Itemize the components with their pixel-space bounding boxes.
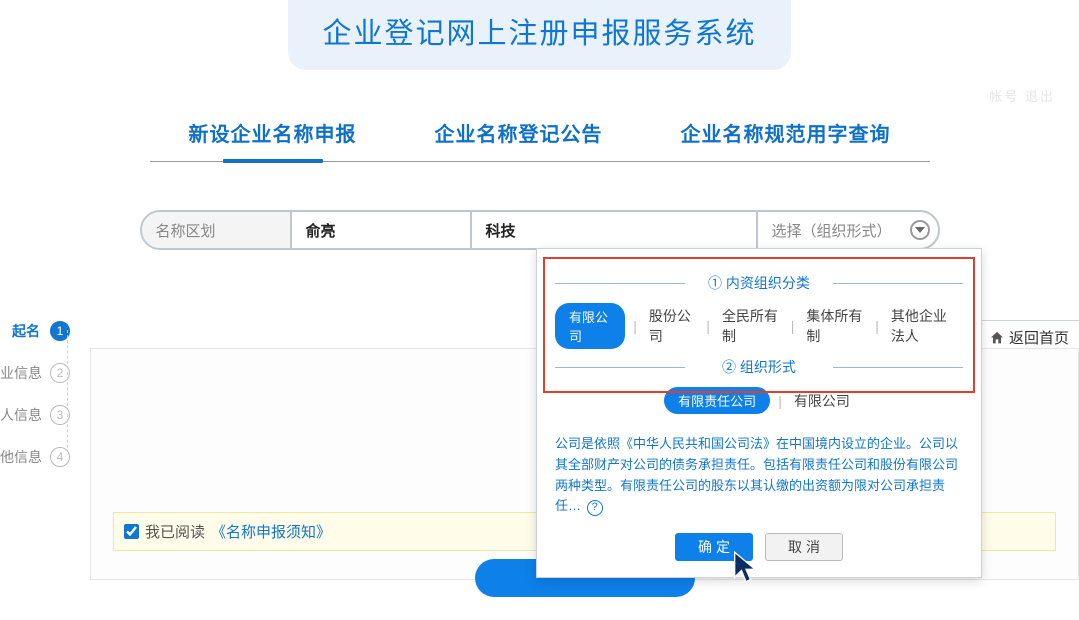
tabs: 新设企业名称申报 企业名称登记公告 企业名称规范用字查询	[150, 108, 930, 162]
agree-text: 我已阅读	[145, 521, 205, 542]
step-4[interactable]: 他信息 4	[0, 436, 86, 478]
company-name-input[interactable]: 俞亮	[292, 212, 472, 248]
separator: |	[791, 318, 795, 334]
org-form-select[interactable]: 选择（组织形式）	[758, 212, 938, 248]
step-label: 他信息	[0, 447, 40, 467]
dd-section1-title: ① 内资组织分类	[555, 273, 963, 293]
separator: |	[633, 318, 637, 334]
org-form-dropdown: ① 内资组织分类 有限公司 | 股份公司 | 全民所有制 | 集体所有制 | 其他企业法人 ② …	[536, 248, 982, 578]
kind-row-option-0[interactable]: 有限公司	[555, 303, 625, 349]
separator: |	[778, 393, 782, 409]
name-input-bar: 名称区划 俞亮 科技 选择（组织形式）	[140, 210, 940, 250]
separator: |	[875, 318, 879, 334]
step-rail: 起名1业信息2人信息3 他信息 4	[0, 310, 86, 478]
step-label: 业信息	[0, 363, 40, 383]
step-1[interactable]: 起名1	[0, 310, 86, 352]
org-form-placeholder: 选择（组织形式）	[772, 220, 892, 241]
dd-form-options: 有限责任公司 | 有限公司	[555, 387, 963, 414]
step-bullet: 4	[50, 447, 70, 467]
chevron-down-icon	[910, 220, 930, 240]
account-links[interactable]: 帐号 退出	[989, 86, 1055, 105]
agree-checkbox[interactable]	[124, 524, 139, 539]
notice-link[interactable]: 《名称申报须知》	[211, 521, 331, 542]
dd-section2-title: ② 组织形式	[555, 357, 963, 377]
home-icon	[989, 330, 1005, 346]
kind-row-option-2[interactable]: 全民所有制	[718, 303, 783, 349]
tab-2[interactable]: 企业名称规范用字查询	[675, 108, 897, 161]
form-row-option-0[interactable]: 有限责任公司	[664, 387, 770, 414]
help-icon[interactable]: ?	[587, 500, 603, 516]
industry-input[interactable]: 科技	[472, 212, 758, 248]
kind-row-option-1[interactable]: 股份公司	[645, 303, 698, 349]
tab-1[interactable]: 企业名称登记公告	[429, 108, 609, 161]
step-3[interactable]: 人信息3	[0, 394, 86, 436]
step-label: 人信息	[0, 405, 40, 425]
dd-ok-button[interactable]: 确定	[675, 533, 753, 561]
dd-kind-options: 有限公司 | 股份公司 | 全民所有制 | 集体所有制 | 其他企业法人	[555, 303, 963, 349]
kind-row-option-3[interactable]: 集体所有制	[802, 303, 867, 349]
region-select[interactable]: 名称区划	[142, 212, 292, 248]
kind-row-option-4[interactable]: 其他企业法人	[887, 303, 963, 349]
separator: |	[706, 318, 710, 334]
dd-cancel-button[interactable]: 取消	[765, 533, 843, 561]
system-title: 企业登记网上注册申报服务系统	[288, 0, 790, 70]
step-label: 起名	[0, 321, 40, 341]
dd-description: 公司是依照《中华人民共和国公司法》在中国境内设立的企业。公司以其全部财产对公司的…	[555, 434, 963, 517]
step-2[interactable]: 业信息2	[0, 352, 86, 394]
form-row-option-1[interactable]: 有限公司	[790, 388, 854, 414]
tab-0[interactable]: 新设企业名称申报	[183, 108, 363, 161]
